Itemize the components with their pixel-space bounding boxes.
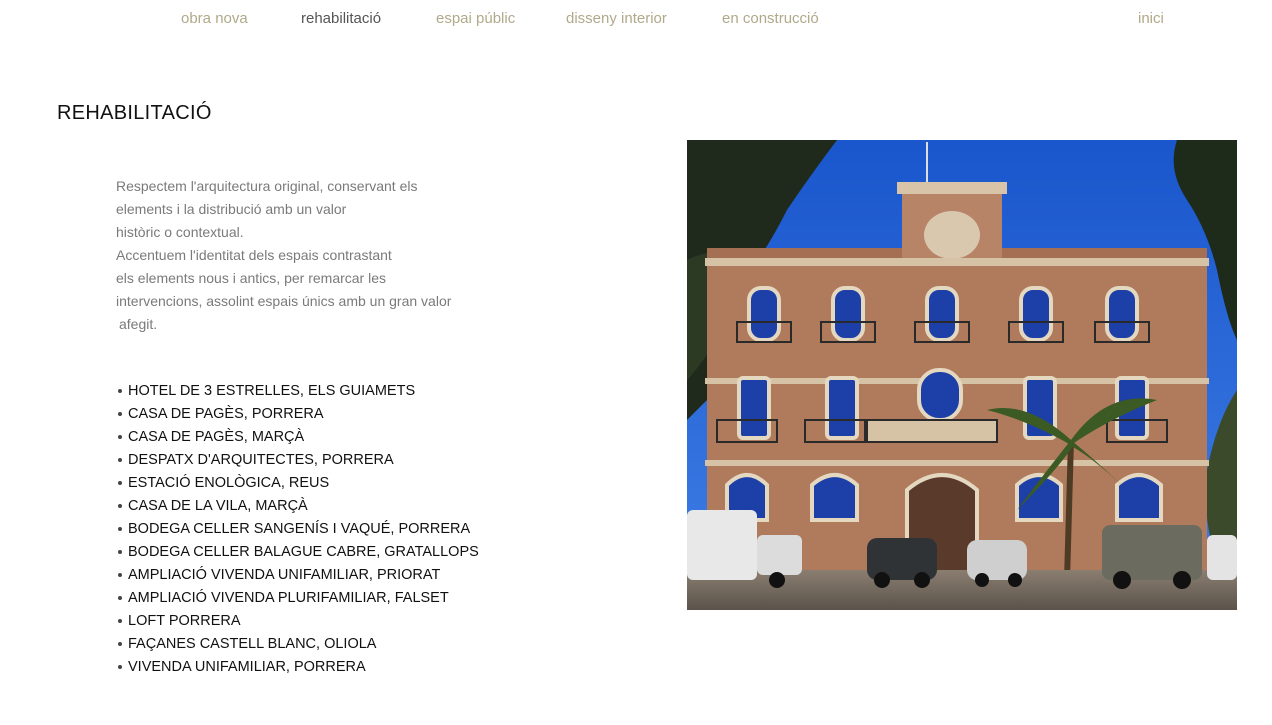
project-item[interactable]: FAÇANES CASTELL BLANC, OLIOLA <box>118 633 479 656</box>
intro-text: Respectem l'arquitectura original, conse… <box>116 175 516 336</box>
nav-espai-public[interactable]: espai públic <box>436 10 515 27</box>
project-item[interactable]: AMPLIACIÓ VIVENDA PLURIFAMILIAR, FALSET <box>118 587 479 610</box>
project-list: HOTEL DE 3 ESTRELLES, ELS GUIAMETS CASA … <box>118 380 479 679</box>
building-photo <box>687 140 1237 610</box>
bullet-icon <box>118 435 122 439</box>
project-item[interactable]: CASA DE PAGÈS, PORRERA <box>118 403 479 426</box>
bullet-icon <box>118 596 122 600</box>
intro-line: intervencions, assolint espais únics amb… <box>116 293 452 309</box>
nav-en-construccio[interactable]: en construcció <box>722 10 819 27</box>
project-item[interactable]: LOFT PORRERA <box>118 610 479 633</box>
bullet-icon <box>118 642 122 646</box>
bullet-icon <box>118 619 122 623</box>
project-item[interactable]: DESPATX D'ARQUITECTES, PORRERA <box>118 449 479 472</box>
project-label: LOFT PORRERA <box>128 613 241 629</box>
intro-line: històric o contextual. <box>116 224 244 240</box>
project-label: CASA DE PAGÈS, MARÇÀ <box>128 429 305 445</box>
intro-line: els elements nous i antics, per remarcar… <box>116 270 386 286</box>
project-item[interactable]: CASA DE PAGÈS, MARÇÀ <box>118 426 479 449</box>
project-label: FAÇANES CASTELL BLANC, OLIOLA <box>128 636 377 652</box>
bullet-icon <box>118 412 122 416</box>
project-item[interactable]: BODEGA CELLER BALAGUE CABRE, GRATALLOPS <box>118 541 479 564</box>
project-label: CASA DE LA VILA, MARÇÀ <box>128 498 308 514</box>
intro-line: afegit. <box>119 316 158 332</box>
project-label: BODEGA CELLER BALAGUE CABRE, GRATALLOPS <box>128 544 479 560</box>
project-label: ESTACIÓ ENOLÒGICA, REUS <box>128 475 330 491</box>
bullet-icon <box>118 550 122 554</box>
intro-line: elements i la distribució amb un valor <box>116 201 347 217</box>
bullet-icon <box>118 573 122 577</box>
project-item[interactable]: CASA DE LA VILA, MARÇÀ <box>118 495 479 518</box>
project-item[interactable]: VIVENDA UNIFAMILIAR, PORRERA <box>118 656 479 679</box>
nav-inici[interactable]: inici <box>1138 10 1164 27</box>
project-item[interactable]: HOTEL DE 3 ESTRELLES, ELS GUIAMETS <box>118 380 479 403</box>
page-title: REHABILITACIÓ <box>57 102 212 124</box>
bullet-icon <box>118 389 122 393</box>
nav-disseny-interior[interactable]: disseny interior <box>566 10 667 27</box>
nav-obra-nova[interactable]: obra nova <box>181 10 248 27</box>
project-label: BODEGA CELLER SANGENÍS I VAQUÉ, PORRERA <box>128 521 471 537</box>
bullet-icon <box>118 481 122 485</box>
project-label: VIVENDA UNIFAMILIAR, PORRERA <box>128 659 366 675</box>
project-item[interactable]: AMPLIACIÓ VIVENDA UNIFAMILIAR, PRIORAT <box>118 564 479 587</box>
bullet-icon <box>118 665 122 669</box>
bullet-icon <box>118 527 122 531</box>
intro-line: Accentuem l'identitat dels espais contra… <box>116 247 392 263</box>
project-item[interactable]: ESTACIÓ ENOLÒGICA, REUS <box>118 472 479 495</box>
project-label: AMPLIACIÓ VIVENDA UNIFAMILIAR, PRIORAT <box>128 567 441 583</box>
bullet-icon <box>118 504 122 508</box>
project-label: CASA DE PAGÈS, PORRERA <box>128 406 324 422</box>
intro-line: Respectem l'arquitectura original, conse… <box>116 178 418 194</box>
project-label: HOTEL DE 3 ESTRELLES, ELS GUIAMETS <box>128 383 416 399</box>
nav-rehabilitacio[interactable]: rehabilitació <box>301 10 381 27</box>
project-label: DESPATX D'ARQUITECTES, PORRERA <box>128 452 394 468</box>
project-label: AMPLIACIÓ VIVENDA PLURIFAMILIAR, FALSET <box>128 590 449 606</box>
bullet-icon <box>118 458 122 462</box>
project-item[interactable]: BODEGA CELLER SANGENÍS I VAQUÉ, PORRERA <box>118 518 479 541</box>
